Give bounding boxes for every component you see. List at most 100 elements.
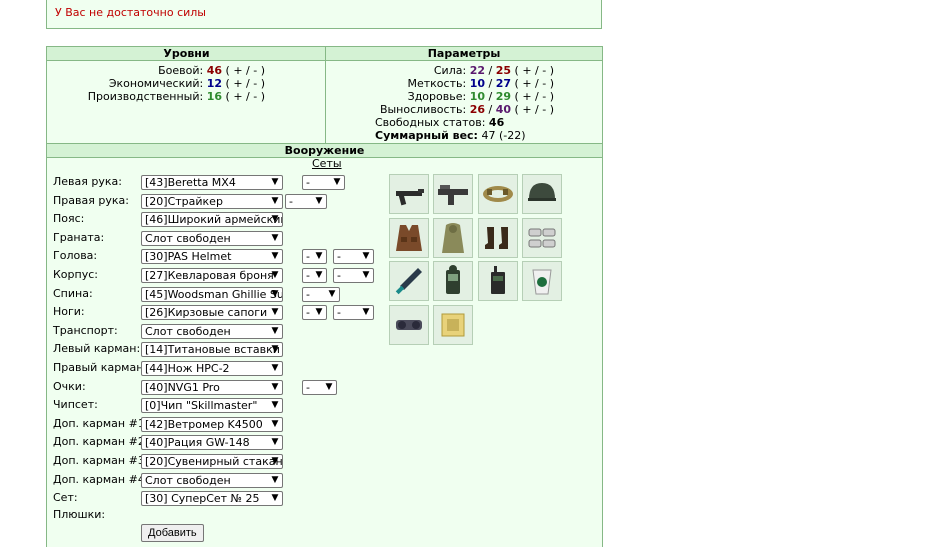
plushki-label: Плюшки: xyxy=(53,508,106,521)
slot-select-value: [14]Титановые вставки xyxy=(145,343,280,356)
chevron-down-icon: ▼ xyxy=(271,177,279,187)
modifier-select[interactable]: - ▼ xyxy=(302,305,327,320)
item-tile[interactable] xyxy=(389,174,429,214)
slot-select[interactable]: [46]Широкий армейский ▼ xyxy=(141,212,283,227)
modifier-select[interactable]: - ▼ xyxy=(302,380,337,395)
item-tile[interactable] xyxy=(433,261,473,301)
chevron-down-icon: ▼ xyxy=(315,307,323,317)
slot-select-value: [30] СуперСет № 25 xyxy=(145,492,260,505)
notice-text: У Вас не достаточно силы xyxy=(55,6,206,19)
chevron-down-icon: ▼ xyxy=(271,344,279,354)
slot-select-value: Слот свободен xyxy=(145,325,231,338)
item-tile[interactable] xyxy=(478,174,518,214)
item-tile[interactable] xyxy=(478,261,518,301)
slot-select[interactable]: [30]PAS Helmet ▼ xyxy=(141,249,283,264)
level-plus-minus[interactable]: ( + / - ) xyxy=(226,64,265,77)
slot-select-value: [44]Нож HPC-2 xyxy=(145,362,230,375)
param-row-endurance: Выносливость: 26 / 40 ( + / - ) xyxy=(379,103,554,116)
slot-label: Доп. карман #4: xyxy=(53,473,149,486)
chevron-down-icon: ▼ xyxy=(271,363,279,373)
slot-select[interactable]: [0]Чип "Skillmaster" ▼ xyxy=(141,398,283,413)
slot-select[interactable]: [40]Рация GW-148 ▼ xyxy=(141,435,283,450)
slot-select-value: [42]Ветромер K4500 xyxy=(145,418,263,431)
vest-icon xyxy=(396,225,422,251)
slot-select-value: [45]Woodsman Ghillie Su xyxy=(145,288,282,301)
params-header: Параметры xyxy=(326,47,602,61)
slot-select-value: [27]Кевларовая броня xyxy=(145,269,274,282)
free-stats: Свободных статов: 46 xyxy=(375,116,505,129)
helmet-icon xyxy=(528,183,556,201)
param-row-strength: Сила: 22 / 25 ( + / - ) xyxy=(433,64,554,77)
slot-select[interactable]: Слот свободен ▼ xyxy=(141,231,283,246)
slot-select-value: [20]Сувенирный стакан xyxy=(145,455,282,468)
modifier-select[interactable]: - ▼ xyxy=(302,287,340,302)
slot-select-value: [46]Широкий армейский xyxy=(145,213,282,226)
item-tile[interactable] xyxy=(522,261,562,301)
param-row-accuracy: Меткость: 10 / 27 ( + / - ) xyxy=(407,77,555,90)
item-tile[interactable] xyxy=(478,218,518,258)
chevron-down-icon: ▼ xyxy=(333,177,341,187)
param-plus-minus[interactable]: ( + / - ) xyxy=(515,64,554,77)
slot-select-value: Слот свободен xyxy=(145,232,231,245)
sets-link[interactable]: Сеты xyxy=(312,157,342,170)
item-tile[interactable] xyxy=(389,218,429,258)
chevron-down-icon: ▼ xyxy=(271,382,279,392)
chevron-down-icon: ▼ xyxy=(315,251,323,261)
slot-select[interactable]: [14]Титановые вставки ▼ xyxy=(141,342,283,357)
level-plus-minus[interactable]: ( + / - ) xyxy=(226,77,265,90)
modifier-select[interactable]: - ▼ xyxy=(302,268,327,283)
param-plus-minus[interactable]: ( + / - ) xyxy=(515,103,554,116)
slot-select[interactable]: [43]Beretta MX4 ▼ xyxy=(141,175,283,190)
slot-select[interactable]: [30] СуперСет № 25 ▼ xyxy=(141,491,283,506)
slot-label: Граната: xyxy=(53,231,105,244)
slot-label: Сет: xyxy=(53,491,78,504)
chevron-down-icon: ▼ xyxy=(271,419,279,429)
slot-label: Голова: xyxy=(53,249,98,262)
slot-select-value: Слот свободен xyxy=(145,474,231,487)
level-plus-minus[interactable]: ( + / - ) xyxy=(226,90,265,103)
modifier-select[interactable]: - ▼ xyxy=(302,175,345,190)
item-tile[interactable] xyxy=(522,174,562,214)
slot-label: Пояс: xyxy=(53,212,85,225)
param-row-health: Здоровье: 10 / 29 ( + / - ) xyxy=(407,90,554,103)
belt-icon xyxy=(483,186,513,202)
slot-select[interactable]: [40]NVG1 Pro ▼ xyxy=(141,380,283,395)
slot-select[interactable]: [27]Кевларовая броня ▼ xyxy=(141,268,283,283)
slot-select[interactable]: [26]Кирзовые сапоги ▼ xyxy=(141,305,283,320)
level-row-combat: Боевой: 46 ( + / - ) xyxy=(158,64,265,77)
item-tile[interactable] xyxy=(389,305,429,345)
chevron-down-icon: ▼ xyxy=(271,326,279,336)
slot-label: Транспорт: xyxy=(53,324,118,337)
slot-select[interactable]: [45]Woodsman Ghillie Su ▼ xyxy=(141,287,283,302)
add-button[interactable]: Добавить xyxy=(141,524,204,542)
modifier-select[interactable]: - ▼ xyxy=(302,249,327,264)
item-tile[interactable] xyxy=(522,218,562,258)
chip-icon xyxy=(441,313,465,337)
modifier-select[interactable]: - ▼ xyxy=(333,268,374,283)
slot-label: Чипсет: xyxy=(53,398,98,411)
slot-select[interactable]: [20]Страйкер ▼ xyxy=(141,194,283,209)
modifier-select[interactable]: - ▼ xyxy=(285,194,327,209)
slot-select[interactable]: [20]Сувенирный стакан ▼ xyxy=(141,454,283,469)
modifier-select[interactable]: - ▼ xyxy=(333,249,374,264)
slot-select[interactable]: [44]Нож HPC-2 ▼ xyxy=(141,361,283,376)
chevron-down-icon: ▼ xyxy=(362,251,370,261)
item-tile[interactable] xyxy=(433,218,473,258)
slot-select[interactable]: [42]Ветромер K4500 ▼ xyxy=(141,417,283,432)
rifle-icon xyxy=(396,189,424,206)
chevron-down-icon: ▼ xyxy=(271,456,279,466)
slot-select[interactable]: Слот свободен ▼ xyxy=(141,473,283,488)
radio-icon xyxy=(491,266,505,294)
chevron-down-icon: ▼ xyxy=(271,233,279,243)
param-plus-minus[interactable]: ( + / - ) xyxy=(515,77,554,90)
item-tile[interactable] xyxy=(433,305,473,345)
slot-select[interactable]: Слот свободен ▼ xyxy=(141,324,283,339)
slot-select-value: [43]Beretta MX4 xyxy=(145,176,236,189)
slot-select-value: [0]Чип "Skillmaster" xyxy=(145,399,258,412)
modifier-select[interactable]: - ▼ xyxy=(333,305,374,320)
chevron-down-icon: ▼ xyxy=(328,289,336,299)
item-tile[interactable] xyxy=(389,261,429,301)
param-plus-minus[interactable]: ( + / - ) xyxy=(515,90,554,103)
ghillie-suit-icon xyxy=(442,223,464,253)
item-tile[interactable] xyxy=(433,174,473,214)
